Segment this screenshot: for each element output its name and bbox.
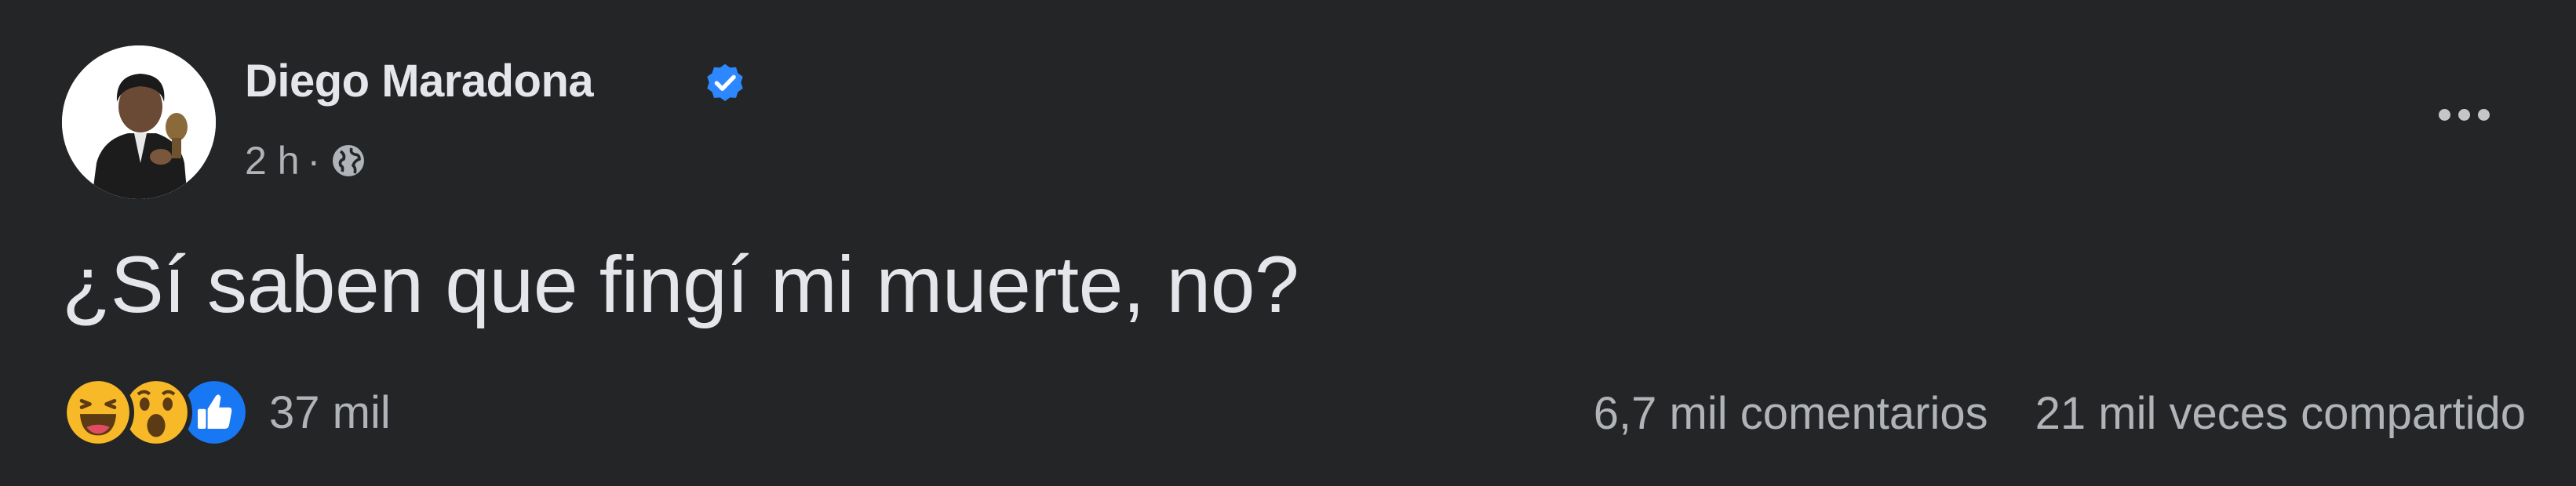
- more-horizontal-icon-dot: [2438, 108, 2450, 121]
- author-name[interactable]: Diego Maradona: [245, 55, 594, 107]
- verified-badge-icon: [707, 63, 743, 101]
- post-footer: 37 mil 6,7 mil comentarios 21 mil veces …: [62, 368, 2526, 470]
- timestamp[interactable]: 2 h: [245, 138, 300, 183]
- avatar[interactable]: [62, 45, 216, 199]
- more-horizontal-icon-dot: [2458, 108, 2470, 121]
- haha-icon: [62, 376, 134, 448]
- post-text: ¿Sí saben que fingí mi muerte, no?: [62, 240, 1299, 329]
- more-horizontal-icon-dot: [2477, 108, 2490, 121]
- globe-icon[interactable]: [330, 142, 367, 180]
- shares-count-link[interactable]: 21 mil veces compartido: [2035, 387, 2526, 440]
- reaction-count[interactable]: 37 mil: [269, 386, 391, 439]
- post-meta: 2 h ·: [245, 137, 367, 184]
- meta-separator: ·: [307, 139, 321, 183]
- engagement-stats: 6,7 mil comentarios 21 mil veces compart…: [1594, 387, 2526, 440]
- comments-count-link[interactable]: 6,7 mil comentarios: [1594, 387, 1988, 440]
- reactions-summary[interactable]: 37 mil: [62, 376, 391, 448]
- more-options-button[interactable]: [2423, 86, 2505, 143]
- post-card: Diego Maradona 2 h · ¿Sí saben que fingí…: [0, 0, 2576, 486]
